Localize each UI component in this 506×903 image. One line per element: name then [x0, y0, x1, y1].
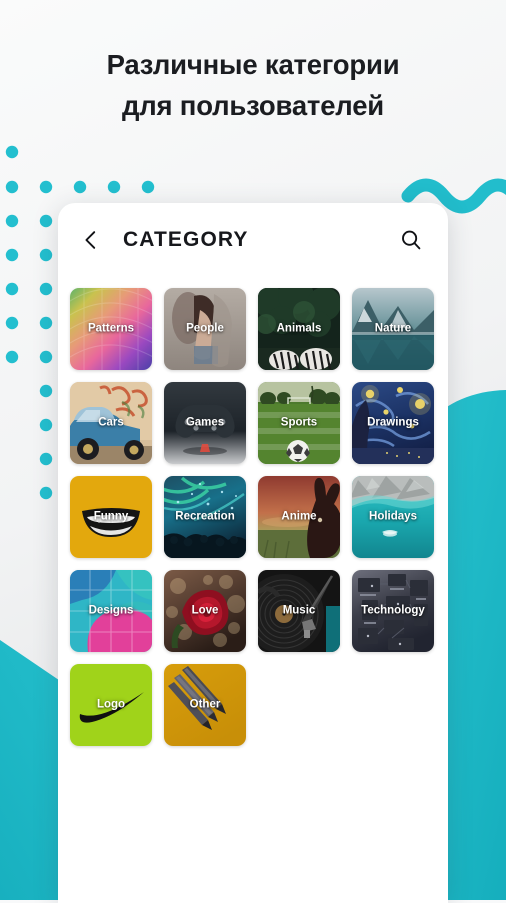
category-tile-music[interactable]: Music	[258, 570, 340, 652]
back-button[interactable]	[74, 223, 108, 257]
chevron-left-icon	[85, 230, 96, 249]
tile-label: Other	[189, 698, 221, 711]
tile-label: People	[186, 322, 224, 335]
category-tile-anime[interactable]: Anime	[258, 476, 340, 558]
category-grid: Patterns People Animals Nature Cars Game…	[58, 276, 448, 746]
category-tile-sports[interactable]: Sports	[258, 382, 340, 464]
app-screen-card: CATEGORY Patterns People Animals Nature …	[58, 203, 448, 903]
category-tile-drawings[interactable]: Drawings	[352, 382, 434, 464]
search-icon	[402, 230, 421, 249]
category-tile-other[interactable]: Other	[164, 664, 246, 746]
category-tile-animals[interactable]: Animals	[258, 288, 340, 370]
category-tile-love[interactable]: Love	[164, 570, 246, 652]
tile-label: Music	[282, 604, 316, 617]
category-tile-recreation[interactable]: Recreation	[164, 476, 246, 558]
tile-label: Technology	[361, 604, 425, 617]
tile-label: Cars	[98, 416, 124, 429]
category-tile-games[interactable]: Games	[164, 382, 246, 464]
tile-label: Love	[191, 604, 219, 617]
tile-label: Patterns	[87, 322, 135, 335]
tile-label: Recreation	[175, 510, 235, 523]
app-bar-title: CATEGORY	[123, 227, 249, 251]
tile-label: Logo	[96, 698, 126, 711]
category-tile-cars[interactable]: Cars	[70, 382, 152, 464]
search-button[interactable]	[394, 223, 428, 257]
category-tile-funny[interactable]: Funny	[70, 476, 152, 558]
category-tile-nature[interactable]: Nature	[352, 288, 434, 370]
tile-label: Holidays	[369, 510, 417, 523]
category-tile-designs[interactable]: Designs	[70, 570, 152, 652]
tile-label: Nature	[374, 322, 412, 335]
tile-label: Funny	[93, 510, 129, 523]
tile-label: Drawings	[367, 416, 419, 429]
category-tile-logo[interactable]: Logo	[70, 664, 152, 746]
tile-label: Animals	[276, 322, 322, 335]
tile-label: Sports	[280, 416, 318, 429]
tile-label: Designs	[88, 604, 134, 617]
category-tile-patterns[interactable]: Patterns	[70, 288, 152, 370]
category-tile-technology[interactable]: Technology	[352, 570, 434, 652]
tile-label: Games	[185, 416, 225, 429]
tile-label: Anime	[281, 510, 317, 523]
app-bar: CATEGORY	[58, 203, 448, 276]
category-tile-people[interactable]: People	[164, 288, 246, 370]
category-tile-holidays[interactable]: Holidays	[352, 476, 434, 558]
